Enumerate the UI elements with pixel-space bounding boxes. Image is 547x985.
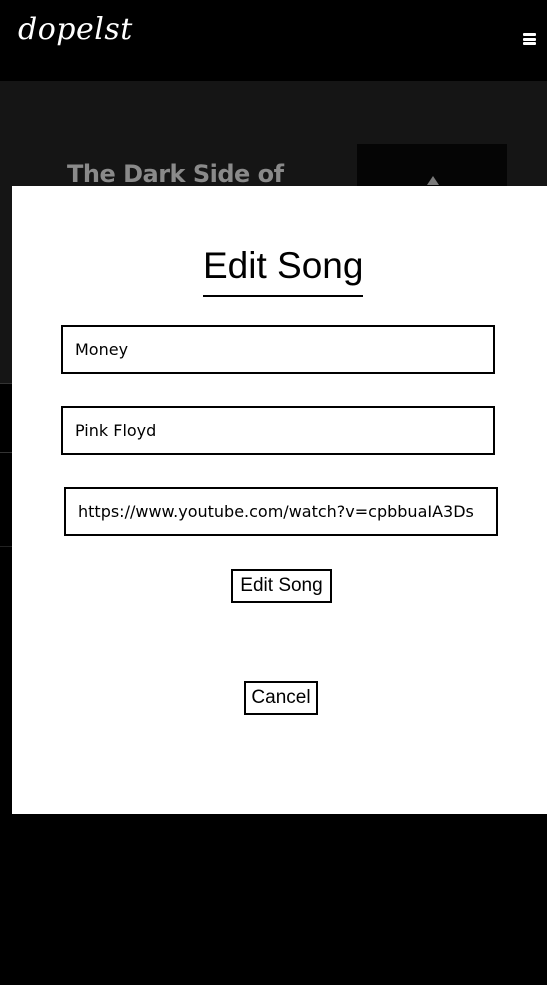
song-title-input[interactable] (61, 325, 495, 374)
divider (0, 383, 12, 384)
menu-icon-bar (523, 37, 536, 41)
menu-icon-bar (523, 33, 536, 36)
hamburger-menu-icon[interactable] (523, 33, 536, 45)
album-title: The Dark Side of (67, 160, 284, 188)
cancel-button[interactable]: Cancel (244, 681, 318, 715)
modal-title: Edit Song (203, 245, 364, 297)
edit-song-button[interactable]: Edit Song (231, 569, 332, 603)
artist-input[interactable] (61, 406, 495, 455)
divider (0, 546, 12, 547)
prism-icon (427, 176, 439, 185)
top-navbar: dopelst (0, 0, 547, 81)
divider (0, 452, 12, 453)
url-input[interactable] (64, 487, 498, 536)
menu-icon-bar (523, 42, 536, 45)
app-logo[interactable]: dopelst (18, 12, 133, 47)
